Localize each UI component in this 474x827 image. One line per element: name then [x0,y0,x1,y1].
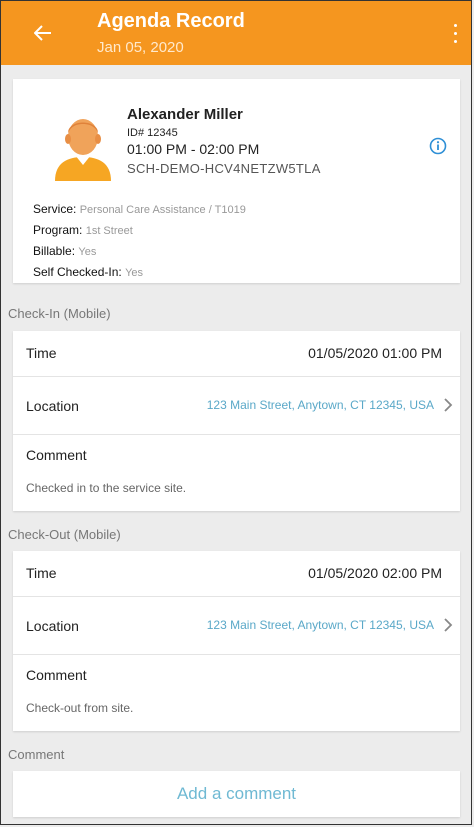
checkout-comment-label: Comment [26,667,87,683]
more-vert-icon[interactable] [449,21,461,45]
client-card: Alexander Miller ID# 12345 01:00 PM - 02… [13,79,460,283]
checkin-time-value: 01/05/2020 01:00 PM [308,345,442,361]
checkin-location-row[interactable]: Location 123 Main Street, Anytown, CT 12… [13,377,460,435]
visit-details: Service: Personal Care Assistance / T101… [33,199,246,283]
checkout-time-label: Time [26,565,57,581]
arrow-left-icon [34,25,51,41]
checkout-card: Time 01/05/2020 02:00 PM Location 123 Ma… [13,551,460,731]
checkin-card: Time 01/05/2020 01:00 PM Location 123 Ma… [13,331,460,511]
info-icon[interactable] [429,137,447,155]
checkin-comment-label: Comment [26,447,87,463]
program-value: 1st Street [85,225,133,237]
checkout-section-title: Check-Out (Mobile) [8,527,121,542]
checkin-location-value[interactable]: 123 Main Street, Anytown, CT 12345, USA [207,398,434,412]
checkin-time-label: Time [26,345,57,361]
billable-line: Billable: Yes [33,241,246,262]
program-line: Program: 1st Street [33,220,246,241]
service-line: Service: Personal Care Assistance / T101… [33,199,246,220]
visit-time-range: 01:00 PM - 02:00 PM [127,141,260,157]
checkin-section-title: Check-In (Mobile) [8,306,111,321]
checkout-location-row[interactable]: Location 123 Main Street, Anytown, CT 12… [13,597,460,655]
comment-section-title: Comment [8,747,65,762]
checkout-comment-text: Check-out from site. [26,701,134,715]
checkin-comment-row: Comment Checked in to the service site. [13,435,460,511]
program-label: Program: [33,223,83,237]
billable-label: Billable: [33,244,76,258]
self-checked-label: Self Checked-In: [33,265,122,279]
service-label: Service: [33,202,77,216]
client-info: Alexander Miller ID# 12345 01:00 PM - 02… [127,106,321,178]
screen: Agenda Record Jan 05, 2020 Alexander Mil… [0,0,472,825]
checkin-location-label: Location [26,398,79,414]
page-date: Jan 05, 2020 [97,39,184,56]
checkout-time-row: Time 01/05/2020 02:00 PM [13,551,460,597]
schedule-code: SCH-DEMO-HCV4NETZW5TLA [127,161,321,176]
add-comment-button[interactable]: Add a comment [13,771,460,817]
client-id: ID# 12345 [127,127,178,139]
self-checked-line: Self Checked-In: Yes [33,262,246,283]
chevron-right-icon [444,618,453,632]
billable-value: Yes [78,246,97,258]
client-name: Alexander Miller [127,106,243,123]
page-title: Agenda Record [97,10,245,32]
checkin-comment-text: Checked in to the service site. [26,481,187,495]
checkout-location-label: Location [26,618,79,634]
checkout-comment-row: Comment Check-out from site. [13,655,460,731]
title-block: Agenda Record Jan 05, 2020 [97,9,245,59]
app-bar: Agenda Record Jan 05, 2020 [1,1,471,65]
checkin-time-row: Time 01/05/2020 01:00 PM [13,331,460,377]
checkout-location-value[interactable]: 123 Main Street, Anytown, CT 12345, USA [207,618,434,632]
checkout-time-value: 01/05/2020 02:00 PM [308,565,442,581]
avatar [49,112,117,181]
self-checked-value: Yes [125,267,144,279]
chevron-right-icon [444,398,453,412]
service-value: Personal Care Assistance / T1019 [79,204,246,216]
back-button[interactable] [31,21,55,45]
